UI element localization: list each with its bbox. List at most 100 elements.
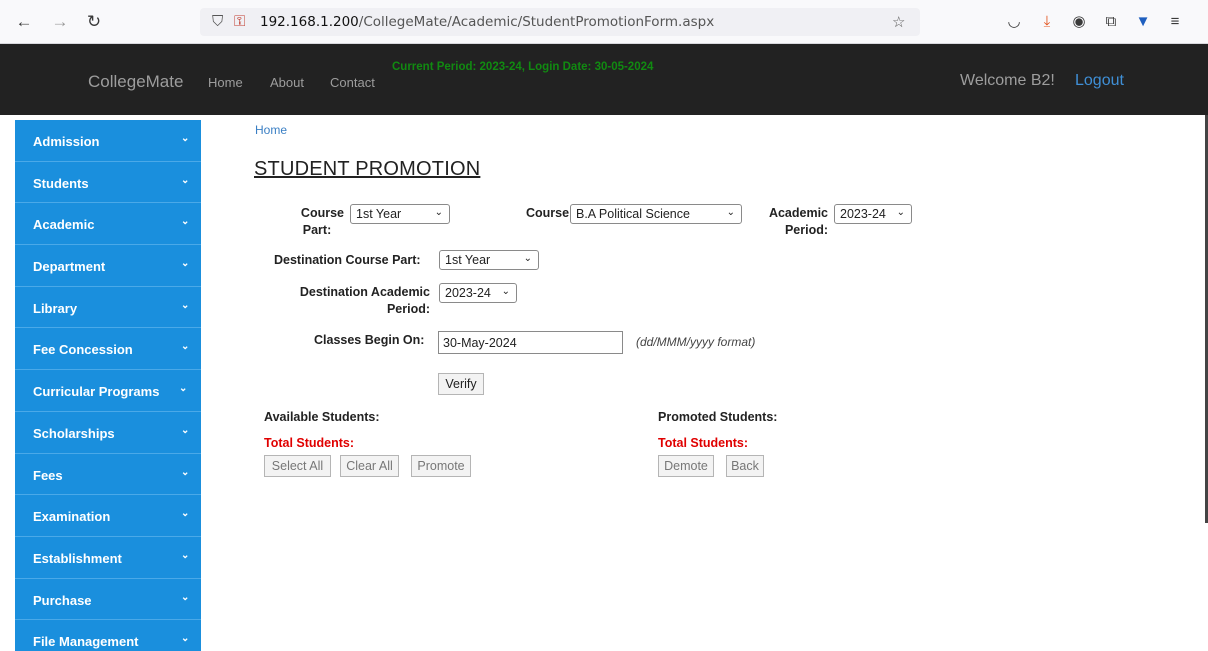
verify-button[interactable]: Verify (438, 373, 484, 395)
nav-link-contact[interactable]: Contact (330, 75, 375, 90)
url-text[interactable]: 192.168.1.200/CollegeMate/Academic/Stude… (260, 14, 714, 30)
chevron-down-icon: ⌄ (523, 253, 532, 264)
current-period-text: Current Period: 2023-24, Login Date: 30-… (392, 61, 654, 73)
course-part-select[interactable]: 1st Year ⌄ (350, 204, 450, 224)
classes-begin-label: Classes Begin On: (314, 333, 425, 347)
chevron-down-icon: ⌄ (434, 207, 443, 218)
promoted-students-label: Promoted Students: (658, 410, 778, 424)
sidebar-item-purchase[interactable]: Purchase ⌄ (15, 579, 201, 621)
sidebar-item-students[interactable]: Students ⌄ (15, 162, 201, 204)
chevron-down-icon: ⌄ (181, 424, 190, 436)
sidebar-item-admission[interactable]: Admission ⌄ (15, 120, 201, 162)
chevron-down-icon: ⌄ (179, 383, 188, 395)
promoted-total-students-label: Total Students: (658, 436, 749, 450)
destination-academic-period-label: Destination Academic Period: (290, 284, 430, 318)
reload-icon[interactable]: ↻ (84, 12, 104, 32)
course-label: Course (526, 206, 570, 220)
page-title: STUDENT PROMOTION (254, 158, 481, 180)
academic-period-label: Academic Period: (762, 205, 828, 239)
demote-button[interactable]: Demote (658, 455, 714, 477)
brand-link[interactable]: CollegeMate (88, 72, 183, 92)
sidebar-item-examination[interactable]: Examination ⌄ (15, 495, 201, 537)
forward-arrow-icon[interactable]: → (50, 12, 70, 32)
sidebar-item-department[interactable]: Department ⌄ (15, 245, 201, 287)
available-total-students-label: Total Students: (264, 436, 355, 450)
insecure-lock-icon[interactable]: ⚿ (234, 13, 245, 30)
sidebar-item-library[interactable]: Library ⌄ (15, 287, 201, 329)
destination-academic-period-label-line2: Period: (386, 302, 430, 316)
sidebar-item-fees[interactable]: Fees ⌄ (15, 454, 201, 496)
chevron-down-icon: ⌄ (501, 286, 510, 297)
sidebar-item-label: Curricular Programs (33, 384, 160, 400)
address-bar[interactable]: ⛉ ⚿ 192.168.1.200/CollegeMate/Academic/S… (200, 8, 920, 36)
destination-academic-period-value: 2023-24 (445, 286, 491, 300)
chevron-down-icon: ⌄ (181, 633, 190, 645)
destination-academic-period-select[interactable]: 2023-24 ⌄ (439, 283, 517, 303)
chevron-down-icon: ⌄ (181, 133, 190, 144)
bookmark-star-icon[interactable]: ☆ (892, 13, 905, 31)
sidebar-item-label: Fees (33, 467, 63, 483)
chevron-down-icon: ⌄ (896, 207, 905, 218)
course-part-label-line1: Course (300, 206, 344, 220)
back-button[interactable]: Back (726, 455, 764, 477)
course-part-label-line2: Part: (302, 223, 332, 237)
chevron-down-icon: ⌄ (181, 466, 190, 478)
classes-begin-date-input[interactable]: 30-May-2024 (438, 331, 623, 354)
available-students-label: Available Students: (264, 410, 380, 424)
academic-period-select[interactable]: 2023-24 ⌄ (834, 204, 912, 224)
promote-button[interactable]: Promote (411, 455, 471, 477)
download-icon[interactable]: ⤓ (1037, 12, 1057, 32)
sidebar-item-fee-concession[interactable]: Fee Concession ⌄ (15, 328, 201, 371)
extensions-icon[interactable]: ⧉ (1101, 12, 1121, 32)
chevron-down-icon: ⌄ (181, 591, 190, 603)
sidebar-item-label: Admission (33, 134, 100, 149)
sidebar-item-label: Examination (33, 509, 111, 525)
chevron-down-icon: ⌄ (181, 508, 190, 520)
chevron-down-icon: ⌄ (181, 341, 190, 353)
sidebar-item-label: Establishment (33, 550, 122, 566)
chevron-down-icon: ⌄ (181, 174, 190, 186)
back-arrow-icon[interactable]: ← (14, 12, 34, 32)
destination-academic-period-label-line1: Destination Academic (299, 285, 430, 299)
breadcrumb-home[interactable]: Home (255, 123, 287, 137)
sidebar-item-label: Scholarships (33, 425, 115, 441)
account-icon[interactable]: ◉ (1069, 12, 1089, 32)
sidebar-item-curricular-programs[interactable]: Curricular Programs ⌄ (15, 370, 201, 412)
nav-link-home[interactable]: Home (208, 75, 243, 90)
destination-course-part-value: 1st Year (445, 253, 491, 267)
pocket-icon[interactable]: ◡ (1004, 12, 1024, 32)
menu-icon[interactable]: ≡ (1165, 12, 1185, 32)
chevron-down-icon: ⌄ (726, 207, 735, 218)
sidebar-item-label: Purchase (33, 592, 92, 608)
nav-link-about[interactable]: About (270, 75, 304, 90)
course-select[interactable]: B.A Political Science ⌄ (570, 204, 742, 224)
shield-icon[interactable]: ⛉ (212, 13, 223, 30)
sidebar-item-label: File Management (33, 634, 139, 650)
course-part-label: Course Part: (290, 205, 344, 239)
course-value: B.A Political Science (576, 207, 690, 221)
browser-toolbar: ← → ↻ ⛉ ⚿ 192.168.1.200/CollegeMate/Acad… (0, 0, 1208, 44)
select-all-button[interactable]: Select All (264, 455, 331, 477)
welcome-text: Welcome B2! (960, 72, 1055, 89)
sidebar-item-label: Students (33, 175, 89, 191)
chevron-down-icon: ⌄ (181, 299, 190, 311)
sidebar-item-label: Fee Concession (33, 342, 133, 358)
sidebar-item-establishment[interactable]: Establishment ⌄ (15, 537, 201, 579)
course-part-value: 1st Year (356, 207, 402, 221)
clear-all-button[interactable]: Clear All (340, 455, 399, 477)
sidebar-item-label: Department (33, 259, 106, 275)
sidebar-item-scholarships[interactable]: Scholarships ⌄ (15, 412, 201, 454)
chevron-down-icon: ⌄ (181, 549, 190, 561)
logout-link[interactable]: Logout (1075, 72, 1124, 90)
destination-course-part-select[interactable]: 1st Year ⌄ (439, 250, 539, 270)
chevron-down-icon: ⌄ (181, 258, 190, 270)
sidebar-item-label: Library (33, 300, 78, 316)
chevron-down-icon: ⌄ (181, 216, 190, 228)
sidebar-item-file-management[interactable]: File Management ⌄ (15, 620, 201, 651)
sidebar-item-academic[interactable]: Academic ⌄ (15, 203, 201, 246)
sidebar-menu: Admission ⌄ Students ⌄ Academic ⌄ Departmen… (15, 120, 201, 651)
extension-shield-icon[interactable]: ▼ (1133, 12, 1153, 32)
date-format-hint: (dd/MMM/yyyy format) (636, 335, 756, 349)
academic-period-value: 2023-24 (840, 207, 886, 221)
destination-course-part-label: Destination Course Part: (274, 253, 421, 267)
